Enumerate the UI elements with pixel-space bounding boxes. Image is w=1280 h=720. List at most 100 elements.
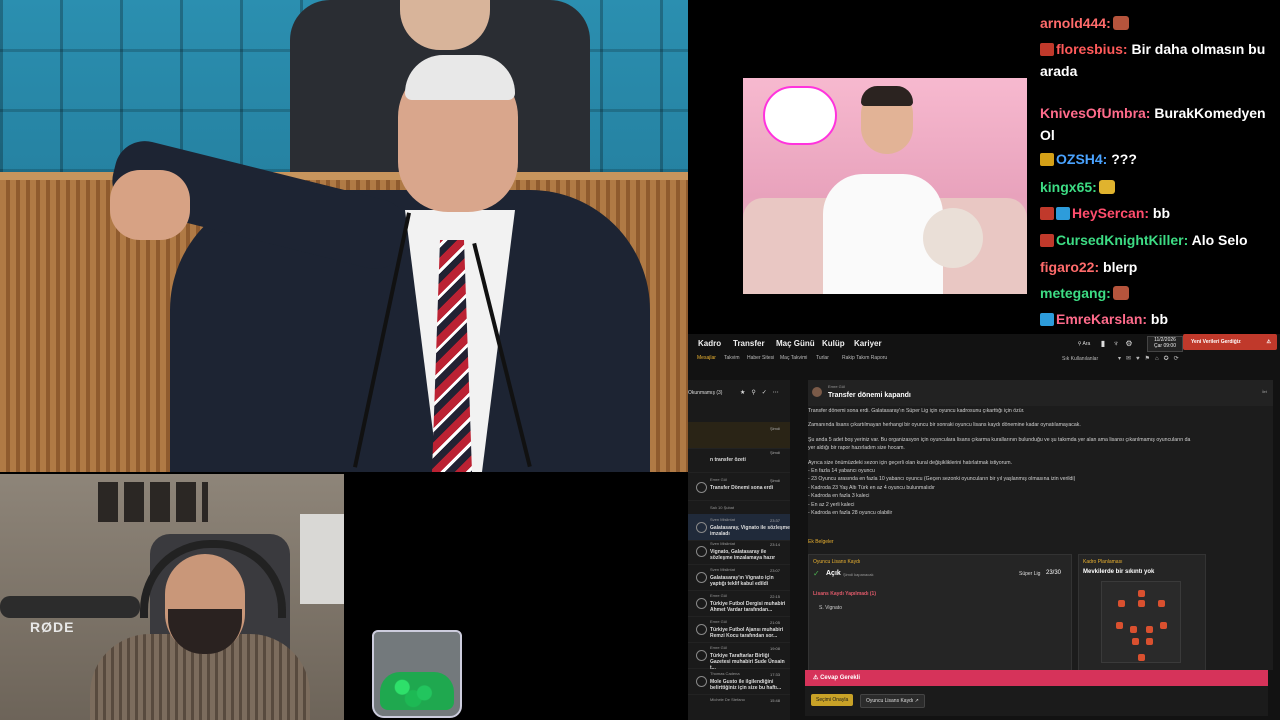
squad-planning-card[interactable]: Kadro Planlaması Mevkilerde bir sıkıntı … [1078,554,1206,674]
nav-mac-gunu[interactable]: Maç Günü [776,339,815,348]
message-line: - Kadroda en fazla 28 oyuncu olabilir [808,510,893,516]
message-line: yer aldığı bir rapor hazırladım size hoc… [808,445,905,452]
inbox-sender: Michele De Stefano [710,697,745,702]
inbox-time: Şimdi [770,426,781,431]
inbox-time: 17:33 [770,672,781,677]
inbox-time: 23:07 [770,568,781,573]
inbox-title: Türkiye Futbol Dergisi muhabiri Ahmet Va… [710,601,786,613]
gear-icon[interactable]: ⚙ [1124,339,1134,349]
chat-username[interactable]: arnold444: [1040,15,1111,31]
gem-badge-icon [1040,313,1054,326]
chat-text: bb [1149,205,1171,221]
emote-icon [1112,286,1129,300]
license-registration-button[interactable]: Oyuncu Lisans Kaydı ↗ [860,694,925,708]
subscriber-badge-icon [1040,153,1054,166]
warning-icon: ⚠ [1266,339,1271,345]
game-window: Kadro Transfer Maç Günü Kulüp Kariyer Me… [688,334,1280,720]
chat-username[interactable]: figaro22: [1040,259,1099,275]
subnav-takvim[interactable]: Takvim [724,355,740,361]
chat-username[interactable]: CursedKnightKiller: [1056,232,1188,248]
chat-message: figaro22: blerp [1040,256,1276,278]
inbox-item[interactable]: Şimdi [688,422,790,449]
whiteboard [300,514,344,604]
subnav-turlar[interactable]: Turlar [816,355,829,361]
message-icon [696,522,707,533]
nav-kadro[interactable]: Kadro [698,339,721,348]
inbox-item[interactable]: Emre Gül Türkiye Futbol Ajansı muhabiri R… [688,616,790,643]
license-card[interactable]: Oyuncu Lisans Kaydı ✓ Açık Şimdi kapanac… [808,554,1072,674]
sender-avatar [812,387,822,397]
forward-button[interactable]: İlet [1262,389,1267,394]
unregistered-player[interactable]: S. Vignato [819,605,842,611]
bookmark-icon[interactable]: ▮ [1098,339,1108,349]
chat-username[interactable]: EmreKarslan: [1056,311,1147,327]
inbox-item[interactable]: Sven Mislintat Vignato, Galatasaray ile s… [688,538,790,565]
continue-button-label: Yeni Verileri Gerdiğiz [1191,339,1241,345]
player-position-dot [1158,600,1165,607]
inbox-item[interactable]: Emre Gül Türkiye Futbol Dergisi muhabiri … [688,590,790,617]
nav-kulup[interactable]: Kulüp [822,339,845,348]
chat-username[interactable]: floresbius: [1056,41,1128,57]
player-position-dot [1138,654,1145,661]
inbox-time: Şimdi [770,450,781,455]
kitten [923,208,983,268]
inbox-sender: Emre Gül [710,477,727,482]
chat-username[interactable]: metegang: [1040,285,1111,301]
inbox-title: Türkiye Futbol Ajansı muhabiri Remzi Koc… [710,627,784,639]
check-icon: ✓ [813,569,820,578]
subscriber-badge-icon [1040,234,1054,247]
squad-card-text: Mevkilerde bir sıkıntı yok [1083,569,1155,575]
inbox-panel: Okunmamış (3) ★⚲✓⋯ Şimdi n transfer özeti… [688,380,790,720]
action-required-label: Cevap Gerekli [820,675,861,681]
license-status-sub: Şimdi kapanacak [843,572,874,577]
subnav-haber-sitesi[interactable]: Haber Sitesi [747,355,774,361]
formation-pitch [1101,581,1181,663]
chat-message: HeySercan: bb [1040,202,1276,224]
continue-button[interactable]: Yeni Verileri Gerdiğiz ⚠ [1183,334,1277,350]
gem-badge-icon [1056,207,1070,220]
subnav-rakip-rapor[interactable]: Rakip Takım Raporu [842,355,887,361]
inbox-item[interactable]: Emre Gül Türkiye Taraftarlar Birliği Gaze… [688,642,790,671]
inbox-item[interactable]: n transfer özeti Şimdi [688,446,790,473]
chat-username[interactable]: kingx65: [1040,179,1097,195]
inbox-time: 19:08 [770,646,781,651]
inbox-item[interactable]: Thomas Cadena Mole Gusto ile ilgilendiğin… [688,668,790,695]
inbox-sender: Emre Gül [710,619,727,624]
trophy-icon[interactable]: ♆ [1111,339,1121,349]
inbox-filter[interactable]: Okunmamış (3) [688,390,722,396]
player-position-dot [1138,600,1145,607]
inbox-title: Vignato, Galatasaray ile sözleşme imzala… [710,549,776,561]
inbox-item[interactable]: Sven Mislintat Galatasaray, Vignato ile s… [688,514,790,541]
emote-icon [1112,16,1129,30]
inbox-sender: Thomas Cadena [710,671,740,676]
chat-message: arnold444: [1040,12,1276,34]
search-button[interactable]: ⚲ Ara [1072,339,1096,349]
player-position-dot [1146,626,1153,633]
inbox-tools[interactable]: ★⚲✓⋯ [740,389,785,396]
inbox-item[interactable]: Emre Gül Transfer Dönemi sona erdi Şimdi [688,474,790,501]
subscriber-badge-icon [1040,43,1054,56]
video-feed [0,0,688,472]
subnav-mesajlar[interactable]: Mesajlar [697,355,716,361]
nav-transfer[interactable]: Transfer [733,339,765,348]
league-count: 23/30 [1046,570,1062,576]
message-header: Emre Gül Transfer dönemi kapandı İlet [808,380,1273,406]
inbox-time: 22:15 [770,594,781,599]
emote-icon [1098,180,1115,194]
chat-username[interactable]: KnivesOfUmbra: [1040,105,1150,121]
inbox-item[interactable]: Michele De Stefano 15:48 [688,694,790,720]
chat-message: metegang: [1040,282,1276,304]
inbox-item[interactable]: Sven Mislintat Galatasaray'ın Vignato içi… [688,564,790,591]
chat-text: BurakKomedyen [1150,105,1266,121]
favorites-menu[interactable]: Sık Kullanılanlar [1062,356,1098,362]
message-subject: Transfer dönemi kapandı [828,392,911,399]
quick-icons[interactable]: ▾✉♥⚑⌂✪⟳ [1118,355,1184,362]
subnav-mac-takvimi[interactable]: Maç Takvimi [780,355,807,361]
chat-username[interactable]: HeySercan: [1072,205,1149,221]
nav-kariyer[interactable]: Kariyer [854,339,882,348]
confirm-selection-button[interactable]: Seçimi Onayla [811,694,854,706]
chat-username[interactable]: OZSH4: [1056,151,1107,167]
inbox-time: Şimdi [770,478,781,483]
player-position-dot [1138,590,1145,597]
unregistered-label: Lisans Kaydı Yapılmadı (1) [813,591,876,597]
